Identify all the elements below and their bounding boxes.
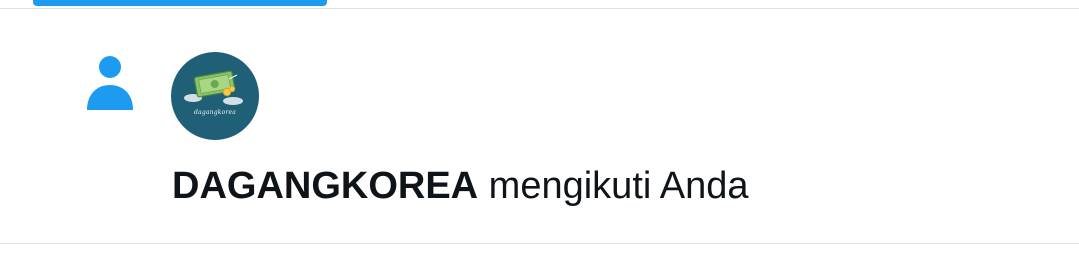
notification-message: DAGANGKOREA mengikuti Anda: [172, 163, 749, 209]
follow-notification[interactable]: dagangkorea DAGANGKOREA mengikuti Anda: [0, 9, 1079, 243]
active-tab-indicator: [33, 0, 327, 6]
bottom-divider: [0, 243, 1079, 244]
avatar-caption: dagangkorea: [194, 109, 236, 116]
user-name-link[interactable]: DAGANGKOREA: [172, 165, 478, 207]
person-icon: [84, 54, 136, 112]
avatar[interactable]: dagangkorea: [171, 52, 259, 140]
money-bill-icon: [184, 70, 243, 105]
action-text: mengikuti Anda: [478, 165, 749, 207]
